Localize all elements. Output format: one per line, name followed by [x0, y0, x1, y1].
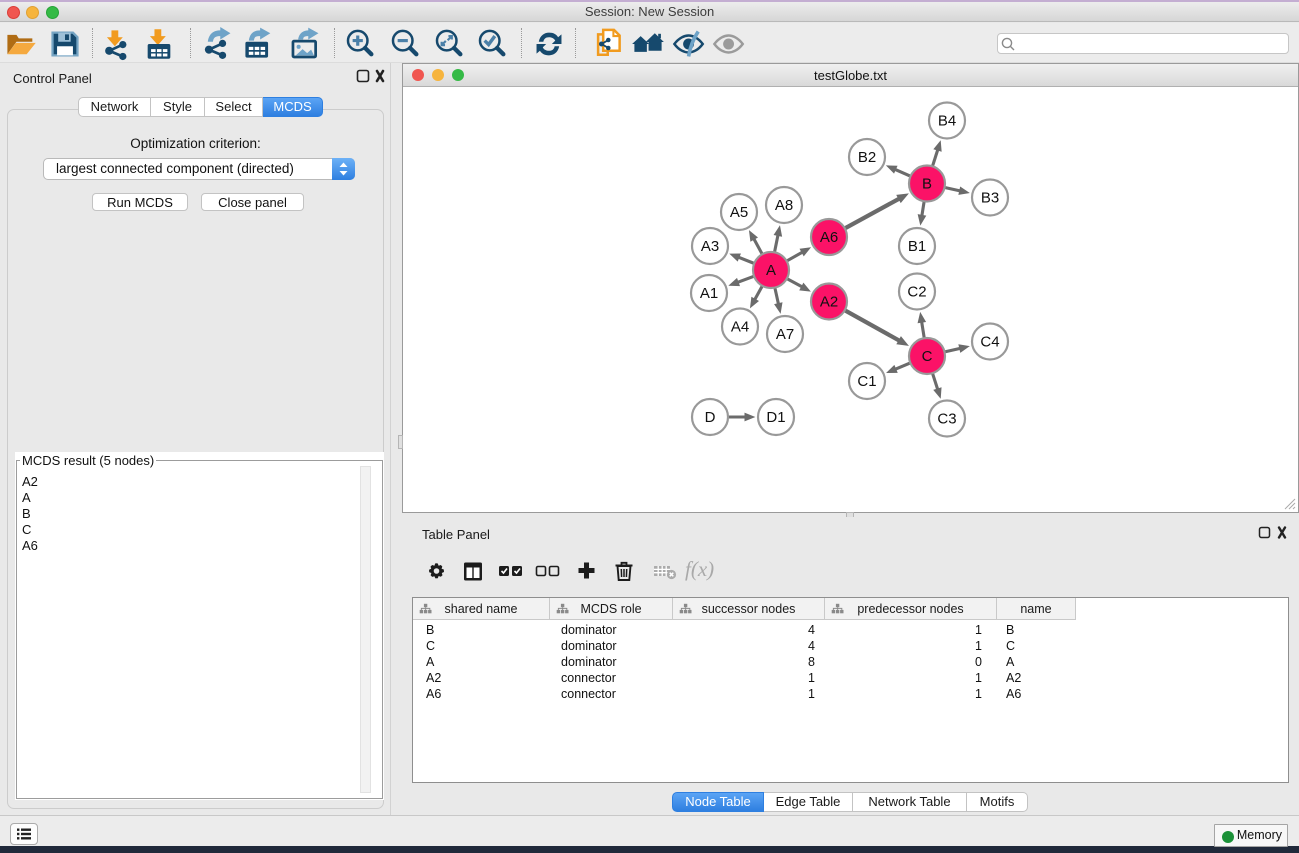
svg-text:D1: D1 [766, 409, 785, 426]
svg-text:B1: B1 [908, 238, 926, 255]
svg-text:B4: B4 [938, 113, 956, 130]
svg-text:C3: C3 [937, 411, 956, 428]
svg-text:A5: A5 [730, 204, 748, 221]
svg-text:D: D [705, 409, 716, 426]
svg-text:B2: B2 [858, 149, 876, 166]
svg-text:A: A [766, 262, 776, 279]
svg-text:A1: A1 [700, 285, 718, 302]
svg-text:B3: B3 [981, 190, 999, 207]
svg-text:C2: C2 [907, 284, 926, 301]
svg-text:A4: A4 [731, 319, 749, 336]
svg-text:A3: A3 [701, 238, 719, 255]
svg-text:A7: A7 [776, 326, 794, 343]
svg-text:A6: A6 [820, 229, 838, 246]
svg-text:C1: C1 [857, 373, 876, 390]
svg-text:A8: A8 [775, 197, 793, 214]
svg-text:C4: C4 [980, 334, 999, 351]
svg-text:C: C [922, 348, 933, 365]
svg-text:B: B [922, 176, 932, 193]
svg-text:A2: A2 [820, 294, 838, 311]
